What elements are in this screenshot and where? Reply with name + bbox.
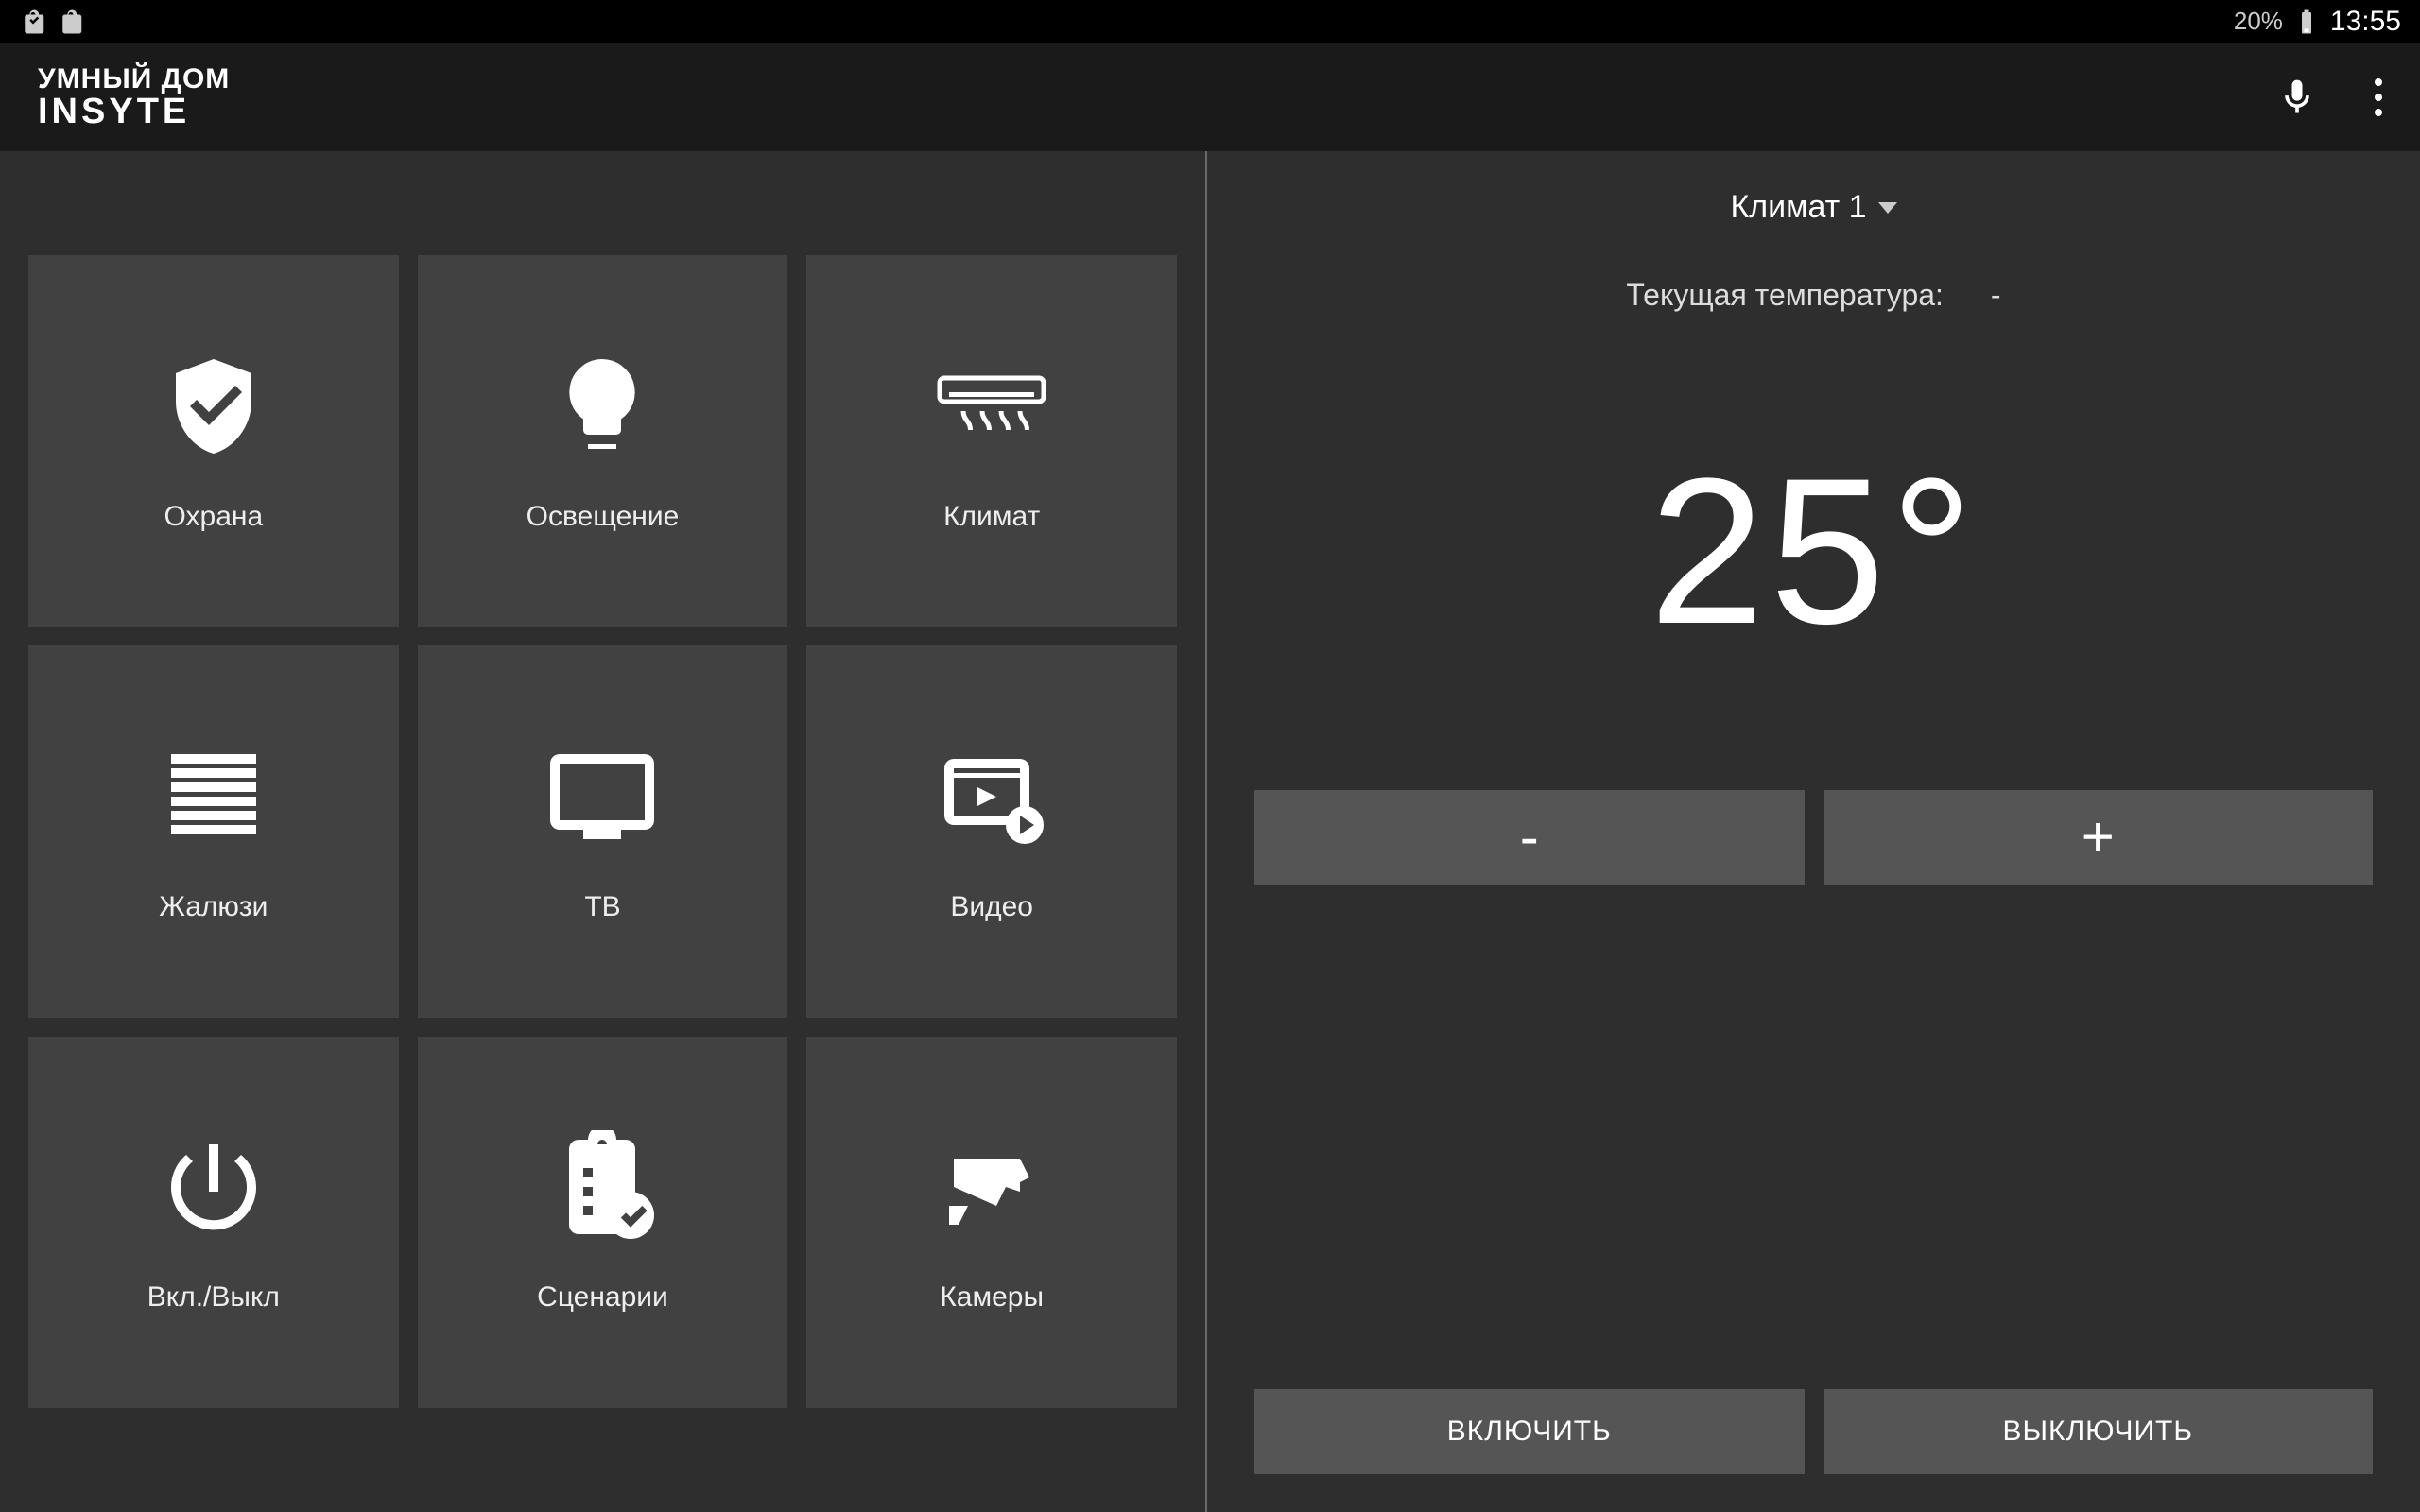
tile-blinds[interactable]: Жалюзи — [28, 645, 399, 1017]
tile-label: Охрана — [164, 501, 264, 533]
app-bar: УМНЫЙ ДОМ INSYTE — [0, 43, 2420, 151]
tile-lighting[interactable]: Освещение — [418, 255, 788, 627]
brand-line1: УМНЫЙ ДОМ — [38, 65, 230, 94]
clipboard-check-icon — [545, 1130, 659, 1244]
tile-scenes[interactable]: Сценарии — [418, 1037, 788, 1408]
tile-power[interactable]: Вкл./Выкл — [28, 1037, 399, 1408]
overflow-menu-icon[interactable] — [2375, 78, 2382, 116]
chevron-down-icon — [1878, 202, 1897, 214]
battery-percentage: 20% — [2234, 7, 2283, 36]
play-store-icon — [57, 8, 85, 36]
ac-unit-icon — [935, 350, 1048, 463]
status-clock: 13:55 — [2330, 6, 2401, 38]
lightbulb-icon — [545, 350, 659, 463]
blinds-icon — [157, 740, 270, 853]
zone-name: Климат 1 — [1730, 189, 1866, 226]
main-content: Охрана Освещение Климат Жалюзи ТВ Видео … — [0, 151, 2420, 1512]
climate-zone-select[interactable]: Климат 1 — [1730, 189, 1896, 226]
turn-on-button[interactable]: ВКЛЮЧИТЬ — [1254, 1389, 1805, 1474]
tile-cameras[interactable]: Камеры — [806, 1037, 1177, 1408]
tile-tv[interactable]: ТВ — [418, 645, 788, 1017]
climate-panel: Климат 1 Текущая температура: - 25° - + … — [1207, 151, 2420, 1512]
tile-label: ТВ — [584, 891, 620, 923]
microphone-icon[interactable] — [2276, 77, 2318, 118]
video-touch-icon — [935, 740, 1048, 853]
tile-label: Сценарии — [537, 1281, 668, 1314]
target-temperature: 25° — [1254, 313, 2373, 790]
tile-security[interactable]: Охрана — [28, 255, 399, 627]
battery-icon — [2292, 8, 2321, 36]
temp-minus-button[interactable]: - — [1254, 790, 1805, 885]
temp-plus-button[interactable]: + — [1824, 790, 2374, 885]
tile-label: Климат — [943, 501, 1040, 533]
tile-video[interactable]: Видео — [806, 645, 1177, 1017]
tile-grid: Охрана Освещение Климат Жалюзи ТВ Видео … — [0, 151, 1205, 1512]
tile-label: Освещение — [527, 501, 680, 533]
tile-label: Видео — [950, 891, 1033, 923]
current-temp-value: - — [1991, 278, 2001, 313]
tv-icon — [545, 740, 659, 853]
turn-off-button[interactable]: ВЫКЛЮЧИТЬ — [1824, 1389, 2374, 1474]
status-bar: 20% 13:55 — [0, 0, 2420, 43]
brand-logo: УМНЫЙ ДОМ INSYTE — [38, 65, 230, 129]
brand-line2: INSYTE — [38, 94, 230, 129]
shield-check-icon — [157, 350, 270, 463]
tile-label: Камеры — [940, 1281, 1044, 1314]
tile-climate[interactable]: Климат — [806, 255, 1177, 627]
current-temp-label: Текущая температура: — [1626, 278, 1944, 313]
tile-label: Жалюзи — [159, 891, 268, 923]
shopping-bag-icon — [19, 8, 47, 36]
cctv-icon — [935, 1130, 1048, 1244]
power-icon — [157, 1130, 270, 1244]
tile-label: Вкл./Выкл — [147, 1281, 280, 1314]
